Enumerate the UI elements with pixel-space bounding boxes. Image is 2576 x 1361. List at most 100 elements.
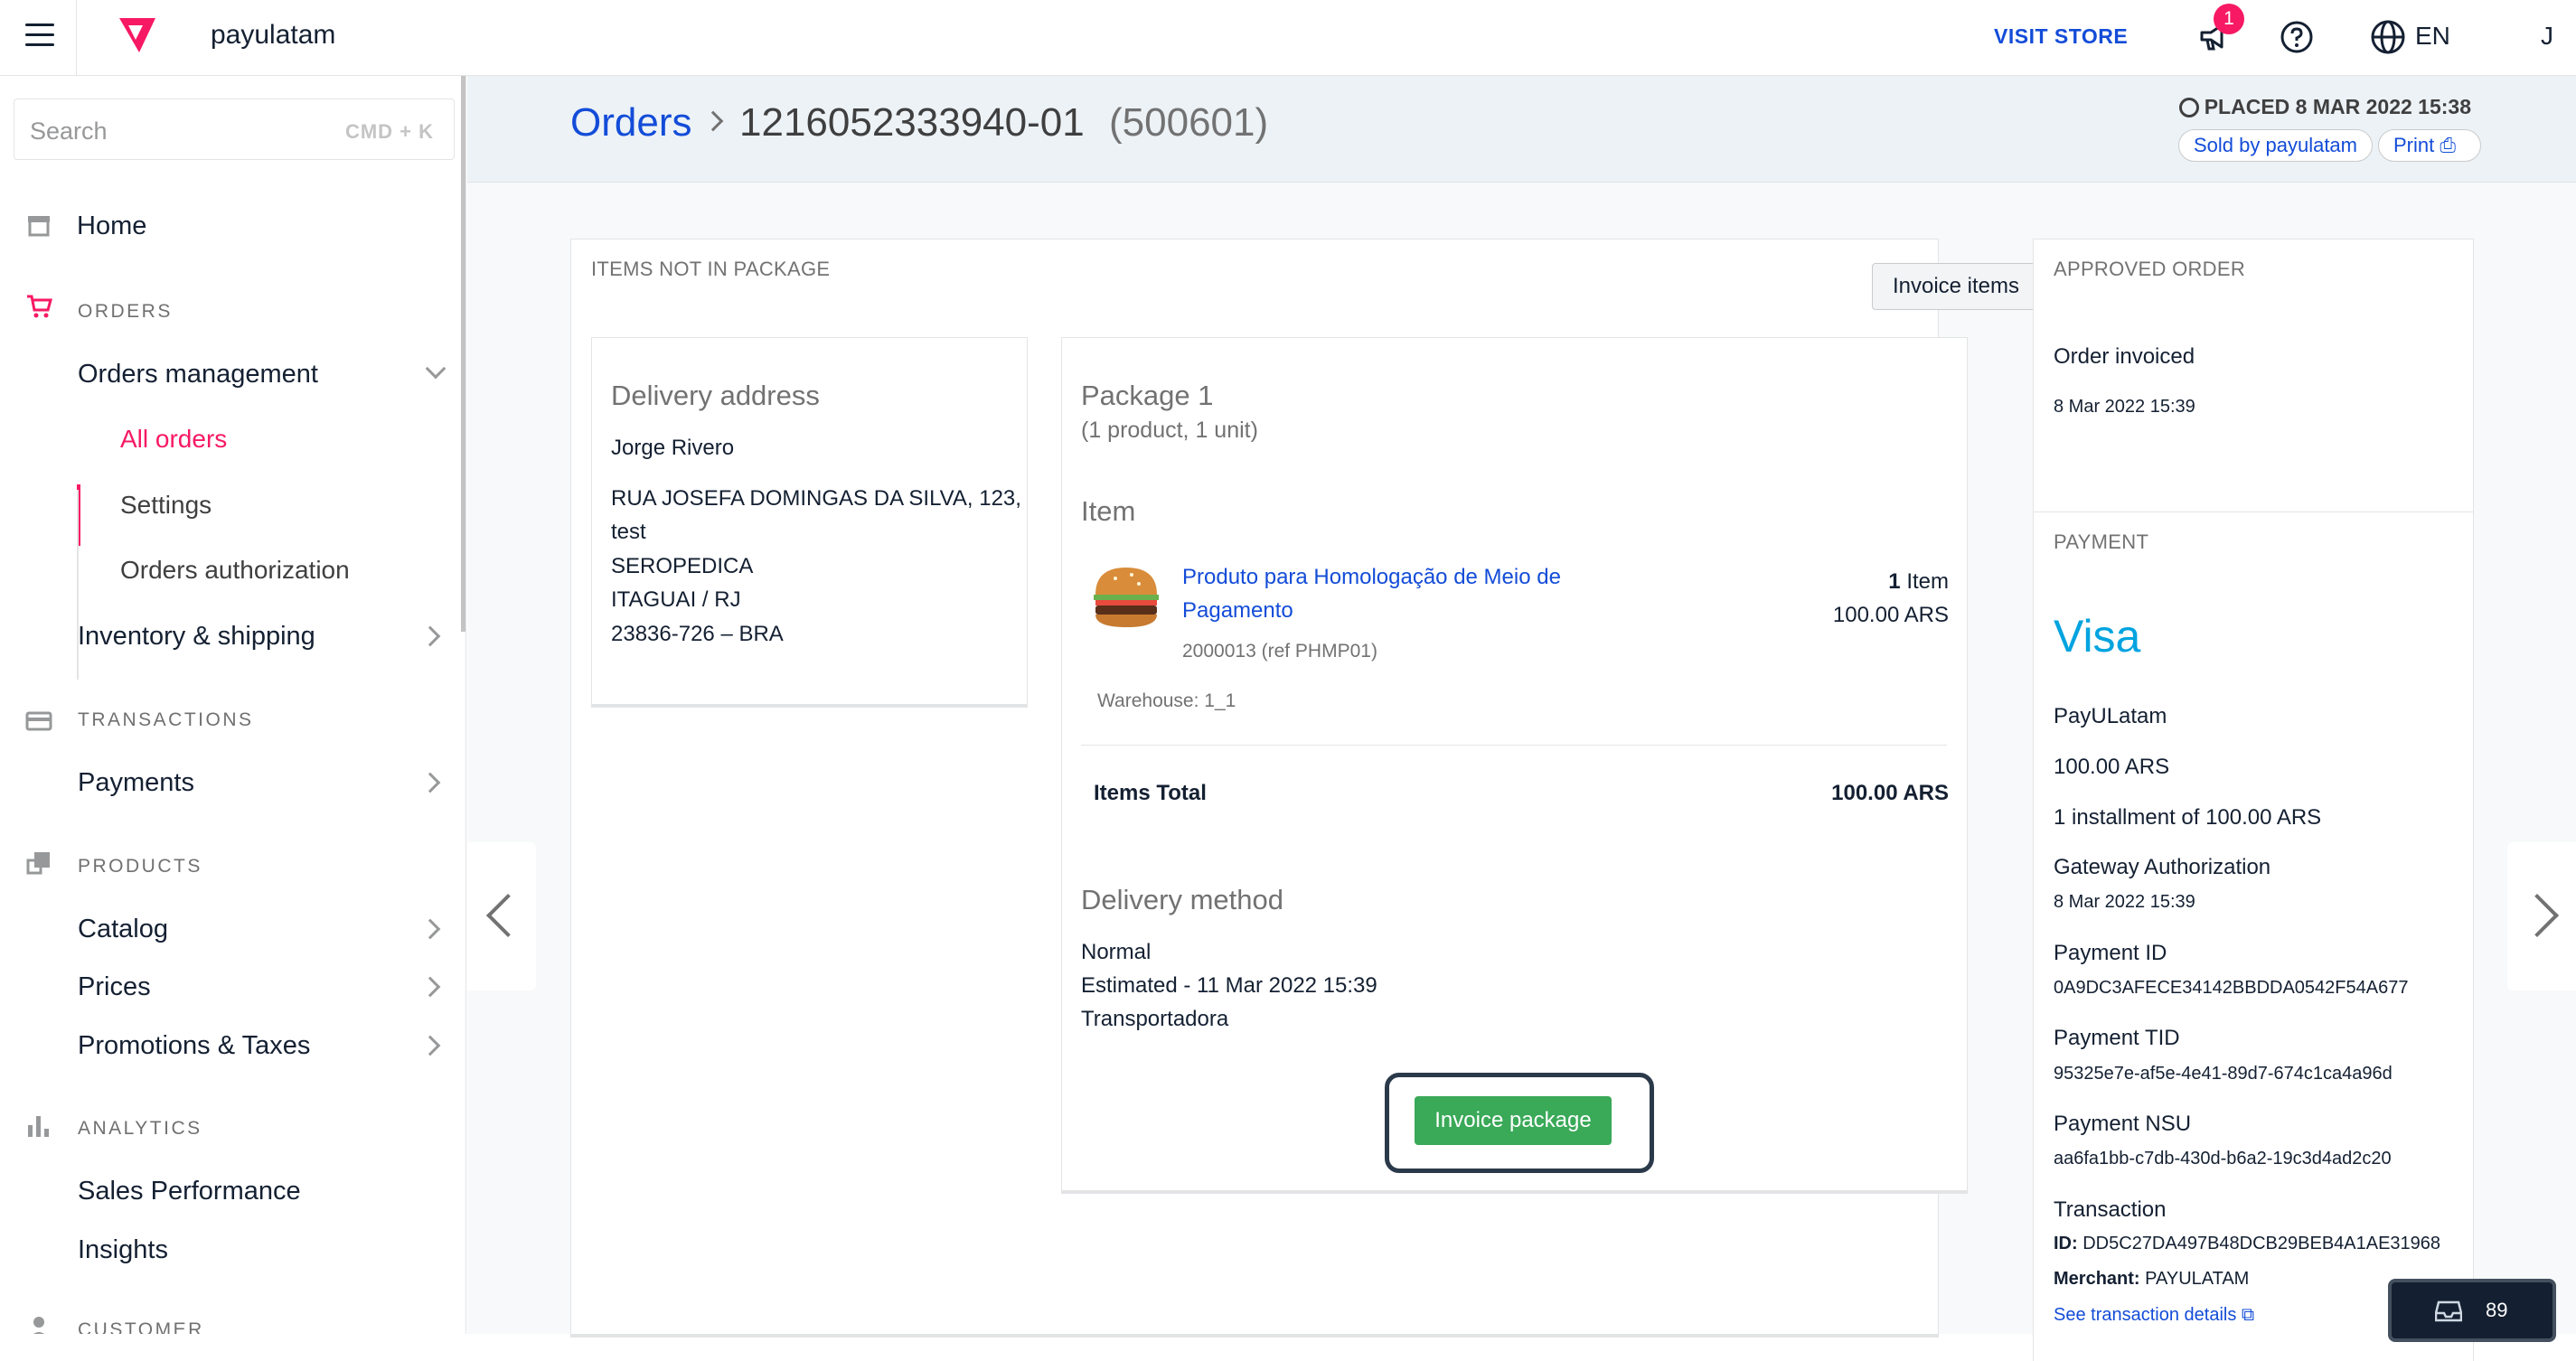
top-bar-divider xyxy=(76,0,77,76)
sold-by-button[interactable]: Sold by payulatam xyxy=(2178,129,2373,162)
sidebar-item-payments[interactable]: Payments xyxy=(78,768,194,798)
delivery-type: Normal xyxy=(1081,940,1152,964)
recipient-name: Jorge Rivero xyxy=(611,436,735,460)
search-shortcut: CMD + K xyxy=(344,120,434,143)
product-name-line1: Produto para Homologação de Meio de xyxy=(1182,565,1561,589)
payment-id: 0A9DC3AFECE34142BBDDA0542F54A677 xyxy=(2054,978,2409,998)
payment-card-title: PAYMENT xyxy=(2054,530,2149,553)
product-name-link[interactable]: Produto para Homologação de Meio de Pagam… xyxy=(1182,560,1561,627)
chevron-right-icon[interactable] xyxy=(419,918,441,940)
store-icon xyxy=(28,216,50,237)
inbox-count: 89 xyxy=(2486,1299,2508,1321)
sidebar-item-catalog[interactable]: Catalog xyxy=(78,915,168,944)
placed-date: PLACED 8 MAR 2022 15:38 xyxy=(2178,95,2471,119)
order-status: Order invoiced xyxy=(2054,344,2195,369)
address-city-state: ITAGUAI / RJ xyxy=(611,587,741,612)
section-products: PRODUCTS xyxy=(78,856,202,877)
package-title: Package 1 xyxy=(1081,380,1214,411)
help-icon[interactable] xyxy=(2280,20,2314,54)
address-postal-country: 23836-726 – BRA xyxy=(611,622,784,646)
account-name[interactable]: payulatam xyxy=(211,20,335,51)
item-price: 100.00 ARS xyxy=(1832,603,1949,627)
items-not-in-package-card: ITEMS NOT IN PACKAGE Invoice items Deliv… xyxy=(570,239,2069,1338)
chevron-right-icon[interactable] xyxy=(419,976,441,998)
previous-order-button[interactable] xyxy=(467,842,536,990)
payment-card: PAYMENT Visa PayULatam 100.00 ARS 1 inst… xyxy=(2033,512,2474,1361)
sidebar-item-insights[interactable]: Insights xyxy=(78,1235,168,1265)
order-status-date: 8 Mar 2022 15:39 xyxy=(2054,397,2195,417)
package-card: Package 1 (1 product, 1 unit) Item Produ… xyxy=(1061,337,1968,1194)
quantity-unit: Item xyxy=(1906,569,1949,594)
sidebar-item-promotions-taxes[interactable]: Promotions & Taxes xyxy=(78,1031,310,1061)
payment-nsu: aa6fa1bb-c7db-430d-b6a2-19c3d4ad2c20 xyxy=(2054,1149,2392,1169)
globe-icon[interactable] xyxy=(2370,19,2406,55)
chevron-right-icon[interactable] xyxy=(419,772,441,793)
visit-store-link[interactable]: VISIT STORE xyxy=(1994,24,2128,49)
package-summary: (1 product, 1 unit) xyxy=(1081,418,1258,443)
payment-tid-label: Payment TID xyxy=(2054,1026,2180,1050)
next-order-button[interactable] xyxy=(2507,842,2576,990)
search-placeholder: Search xyxy=(30,117,108,145)
delivery-address-card: Delivery address Jorge Rivero RUA JOSEFA… xyxy=(591,337,1028,708)
chevron-right-icon[interactable] xyxy=(419,625,441,647)
sidebar-item-all-orders[interactable]: All orders xyxy=(120,425,227,454)
address-street: RUA JOSEFA DOMINGAS DA SILVA, 123, xyxy=(611,486,1021,511)
gateway-auth-label: Gateway Authorization xyxy=(2054,855,2271,879)
see-transaction-details-link[interactable]: See transaction details ⧉ xyxy=(2054,1305,2254,1326)
merchant-value: PAYULATAM xyxy=(2145,1269,2250,1289)
chevron-left-icon xyxy=(485,893,531,938)
items-total-label: Items Total xyxy=(1094,781,1207,805)
payment-nsu-label: Payment NSU xyxy=(2054,1112,2192,1136)
sidebar-item-prices[interactable]: Prices xyxy=(78,972,151,1002)
sidebar-search-input[interactable]: Search CMD + K xyxy=(14,99,455,160)
printer-icon: ⎙ xyxy=(2440,134,2456,156)
notification-badge[interactable]: 1 xyxy=(2214,4,2244,34)
gateway-auth-date: 8 Mar 2022 15:39 xyxy=(2054,892,2195,912)
address-district: SEROPEDICA xyxy=(611,554,754,578)
vtex-logo-icon[interactable] xyxy=(116,16,159,54)
invoice-items-button[interactable]: Invoice items xyxy=(1872,263,2040,310)
delivery-estimated: Estimated - 11 Mar 2022 15:39 xyxy=(1081,973,1377,998)
analytics-icon xyxy=(28,1116,49,1137)
burger-product-image[interactable] xyxy=(1088,564,1164,631)
payment-id-label: Payment ID xyxy=(2054,941,2167,965)
item-header: Item xyxy=(1081,495,1136,527)
hamburger-menu-icon[interactable] xyxy=(25,23,54,49)
chevron-down-icon[interactable] xyxy=(425,358,447,380)
page-header: Orders 1216052333940-01 (500601) PLACED … xyxy=(467,76,2576,183)
transaction-id: ID: DD5C27DA497B48DCB29BEB4A1AE31968 xyxy=(2054,1234,2440,1254)
breadcrumb-chevron-icon xyxy=(702,110,724,132)
card-brand: Visa xyxy=(2054,611,2141,662)
user-avatar[interactable]: J xyxy=(2541,22,2553,51)
order-sequence: (500601) xyxy=(1109,100,1269,145)
sidebar-item-orders-management[interactable]: Orders management xyxy=(78,360,318,390)
invoice-package-button[interactable]: Invoice package xyxy=(1415,1096,1612,1145)
delivery-method-title: Delivery method xyxy=(1081,884,1283,915)
inbox-icon xyxy=(2435,1300,2462,1322)
address-street-2: test xyxy=(611,520,646,544)
merchant-label: Merchant: xyxy=(2054,1269,2140,1289)
payment-gateway: PayULatam xyxy=(2054,704,2167,728)
breadcrumb-orders-link[interactable]: Orders xyxy=(570,100,691,145)
external-link-icon: ⧉ xyxy=(2241,1305,2255,1325)
delivery-address-title: Delivery address xyxy=(611,380,820,411)
language-selector[interactable]: EN xyxy=(2415,22,2450,51)
sidebar-item-inventory-shipping[interactable]: Inventory & shipping xyxy=(78,622,315,652)
transaction-id-label: ID: xyxy=(2054,1234,2078,1253)
status-card-title: APPROVED ORDER xyxy=(2054,258,2246,280)
chevron-right-icon[interactable] xyxy=(419,1035,441,1056)
sidebar-item-orders-authorization[interactable]: Orders authorization xyxy=(120,556,350,585)
credit-card-icon xyxy=(25,711,52,731)
product-name-line2: Pagamento xyxy=(1182,598,1293,623)
sidebar-item-home[interactable]: Home xyxy=(77,211,146,241)
sidebar-item-sales-performance[interactable]: Sales Performance xyxy=(78,1177,301,1206)
quantity-value: 1 xyxy=(1888,569,1901,594)
sidebar: Search CMD + K Home ORDERS Orders manage… xyxy=(0,76,466,1334)
inbox-widget[interactable]: 89 xyxy=(2388,1279,2556,1342)
cart-icon xyxy=(27,295,52,318)
print-label: Print xyxy=(2393,134,2435,156)
print-button[interactable]: Print ⎙ xyxy=(2378,129,2481,162)
sidebar-scrollbar[interactable] xyxy=(461,76,465,632)
sidebar-item-settings[interactable]: Settings xyxy=(120,491,212,520)
payment-tid: 95325e7e-af5e-4e41-89d7-674c1ca4a96d xyxy=(2054,1064,2393,1084)
